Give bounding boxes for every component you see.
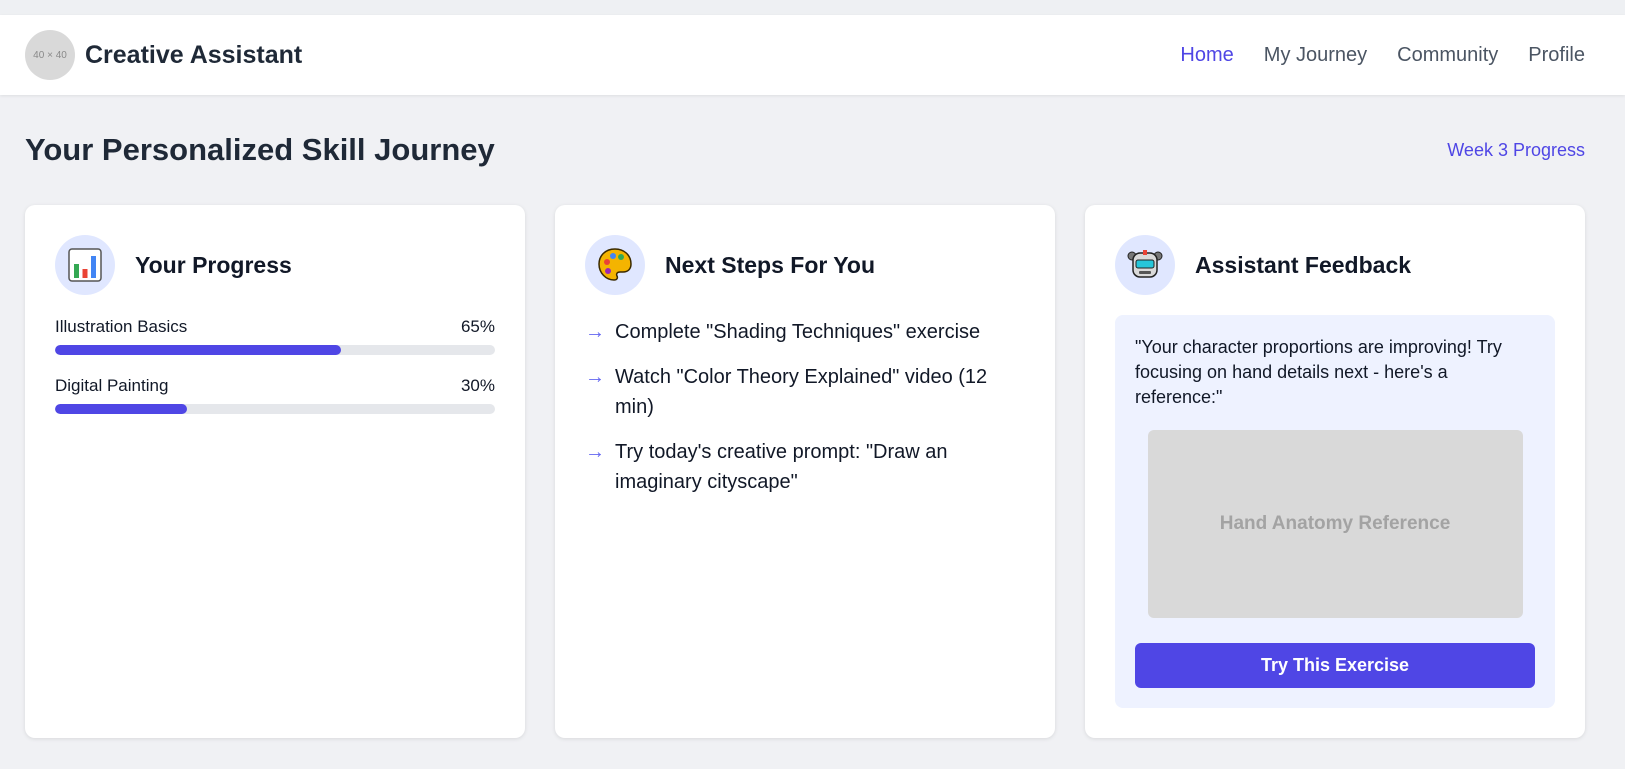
- list-item[interactable]: → Complete "Shading Techniques" exercise: [585, 317, 1025, 347]
- step-text: Complete "Shading Techniques" exercise: [615, 321, 981, 343]
- assistant-feedback-card: Assistant Feedback "Your character propo…: [1085, 205, 1585, 738]
- top-strip: [0, 0, 1625, 15]
- week-progress-link[interactable]: Week 3 Progress: [1447, 140, 1585, 161]
- arrow-right-icon: →: [585, 321, 605, 343]
- list-item[interactable]: → Try today's creative prompt: "Draw an …: [585, 437, 1025, 497]
- feedback-card-header: Assistant Feedback: [1115, 235, 1555, 295]
- progress-label: Digital Painting: [55, 376, 169, 395]
- next-steps-list: → Complete "Shading Techniques" exercise…: [585, 317, 1025, 497]
- top-navbar: 40 × 40 Creative Assistant Home My Journ…: [0, 15, 1625, 95]
- step-text: Try today's creative prompt: "Draw an im…: [615, 441, 948, 493]
- next-steps-card-title: Next Steps For You: [665, 251, 876, 278]
- nav-profile[interactable]: Profile: [1528, 44, 1585, 67]
- feedback-card-title: Assistant Feedback: [1195, 251, 1412, 278]
- bar-chart-icon: [55, 235, 115, 295]
- progress-card-header: Your Progress: [55, 235, 495, 295]
- nav-home[interactable]: Home: [1180, 44, 1233, 67]
- progress-card: Your Progress Illustration Basics 65% Di…: [25, 205, 525, 738]
- progress-bar-fill: [55, 404, 187, 414]
- nav-community[interactable]: Community: [1397, 44, 1498, 67]
- palette-icon: [585, 235, 645, 295]
- arrow-right-icon: →: [585, 441, 605, 463]
- progress-card-title: Your Progress: [135, 251, 292, 278]
- progress-percent: 30%: [460, 376, 495, 395]
- try-exercise-button[interactable]: Try This Exercise: [1135, 643, 1535, 688]
- progress-list: Illustration Basics 65% Digital Painting…: [55, 317, 495, 414]
- progress-item-digital-painting: Digital Painting 30%: [55, 376, 495, 414]
- robot-icon: [1115, 235, 1175, 295]
- list-item[interactable]: → Watch "Color Theory Explained" video (…: [585, 362, 1025, 422]
- next-steps-card-header: Next Steps For You: [585, 235, 1025, 295]
- brand[interactable]: 40 × 40 Creative Assistant: [25, 30, 302, 80]
- app-name: Creative Assistant: [85, 40, 303, 69]
- feedback-message: "Your character proportions are improvin…: [1135, 337, 1502, 407]
- next-steps-card: Next Steps For You → Complete "Shading T…: [555, 205, 1055, 738]
- page-heading-row: Your Personalized Skill Journey Week 3 P…: [25, 132, 1585, 168]
- page-title: Your Personalized Skill Journey: [25, 132, 495, 167]
- progress-bar-track: [55, 404, 495, 414]
- arrow-right-icon: →: [585, 366, 605, 388]
- progress-bar-fill: [55, 345, 341, 355]
- progress-percent: 65%: [460, 317, 495, 336]
- progress-bar-track: [55, 345, 495, 355]
- image-placeholder-label: Hand Anatomy Reference: [1219, 513, 1451, 534]
- feedback-box: "Your character proportions are improvin…: [1115, 315, 1555, 708]
- logo-placeholder: 40 × 40: [25, 30, 75, 80]
- progress-item-illustration-basics: Illustration Basics 65%: [55, 317, 495, 355]
- nav-my-journey[interactable]: My Journey: [1264, 44, 1367, 67]
- main-nav: Home My Journey Community Profile: [1150, 44, 1585, 67]
- step-text: Watch "Color Theory Explained" video (12…: [615, 366, 988, 418]
- hand-anatomy-reference-image: Hand Anatomy Reference: [1147, 430, 1523, 618]
- progress-label: Illustration Basics: [55, 317, 188, 336]
